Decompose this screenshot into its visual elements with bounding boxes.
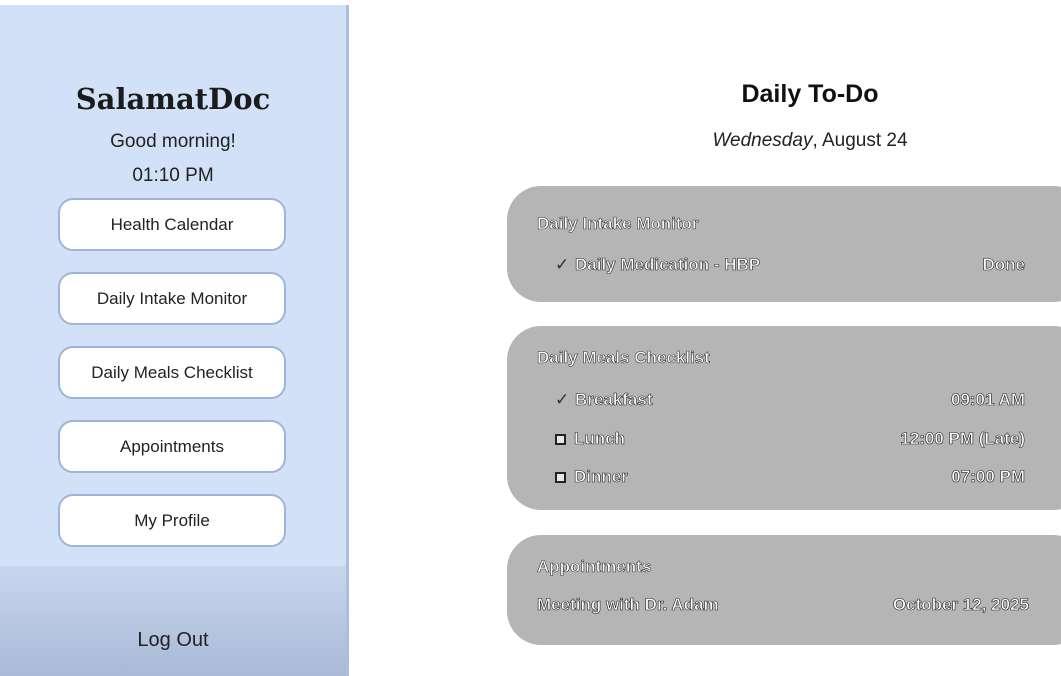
check-icon: ✓ — [555, 390, 570, 409]
app-logo-text: SalamatDoc — [75, 82, 271, 116]
checkbox-unchecked[interactable] — [555, 434, 566, 445]
logout-button[interactable]: Log Out — [137, 629, 208, 652]
sidebar: SalamatDoc Good morning! 01:10 PM Health… — [0, 5, 349, 676]
check-icon: ✓ — [555, 255, 570, 274]
item-status: Done — [982, 255, 1025, 275]
list-item: Lunch 12:00 PM (Late) — [555, 429, 1025, 453]
logout-area: Log Out — [0, 566, 346, 676]
list-item: Dinner 07:00 PM — [555, 467, 1025, 491]
item-time: 07:00 PM — [951, 467, 1025, 487]
item-label: Breakfast — [575, 390, 653, 410]
page-date: Wednesday, August 24 — [530, 130, 1061, 152]
appointments-card: Appointments Meeting with Dr. Adam Octob… — [507, 535, 1061, 645]
nav-health-calendar-button[interactable]: Health Calendar — [58, 198, 286, 251]
greeting-text: Good morning! — [110, 131, 236, 152]
card-title: Daily Intake Monitor — [537, 214, 699, 234]
nav-button-label: Daily Intake Monitor — [96, 288, 248, 308]
list-item: ✓ Daily Medication - HBP Done — [555, 255, 1025, 279]
list-item: ✓ Breakfast 09:01 AM — [555, 390, 1025, 414]
item-label: Dinner — [574, 467, 628, 487]
nav-daily-meals-checklist-button[interactable]: Daily Meals Checklist — [58, 346, 286, 399]
nav-daily-intake-monitor-button[interactable]: Daily Intake Monitor — [58, 272, 286, 325]
item-label: Lunch — [574, 429, 626, 449]
meals-checklist-card: Daily Meals Checklist ✓ Breakfast 09:01 A… — [507, 326, 1061, 510]
list-item: Meeting with Dr. Adam October 12, 2025 — [537, 595, 1030, 619]
nav-button-label: Daily Meals Checklist — [91, 362, 253, 382]
page-title: Daily To-Do — [741, 80, 879, 108]
date-rest: , August 24 — [812, 130, 908, 151]
appointment-date: October 12, 2025 — [892, 595, 1030, 615]
nav-button-label: Health Calendar — [110, 214, 234, 234]
nav-button-label: Appointments — [120, 436, 224, 456]
current-time: 01:10 PM — [132, 165, 214, 186]
item-time: 09:01 AM — [950, 390, 1026, 410]
card-title: Daily Meals Checklist — [537, 348, 711, 368]
item-time: 12:00 PM (Late) — [900, 429, 1025, 449]
intake-monitor-card: Daily Intake Monitor ✓ Daily Medication -… — [507, 186, 1061, 302]
nav-my-profile-button[interactable]: My Profile — [58, 494, 286, 547]
nav-button-label: My Profile — [134, 510, 210, 530]
card-title: Appointments — [537, 557, 652, 577]
item-label: Daily Medication - HBP — [575, 255, 761, 275]
checkbox-unchecked[interactable] — [555, 472, 566, 483]
appointment-label: Meeting with Dr. Adam — [537, 595, 719, 615]
date-weekday: Wednesday — [712, 130, 813, 151]
nav-appointments-button[interactable]: Appointments — [58, 420, 286, 473]
